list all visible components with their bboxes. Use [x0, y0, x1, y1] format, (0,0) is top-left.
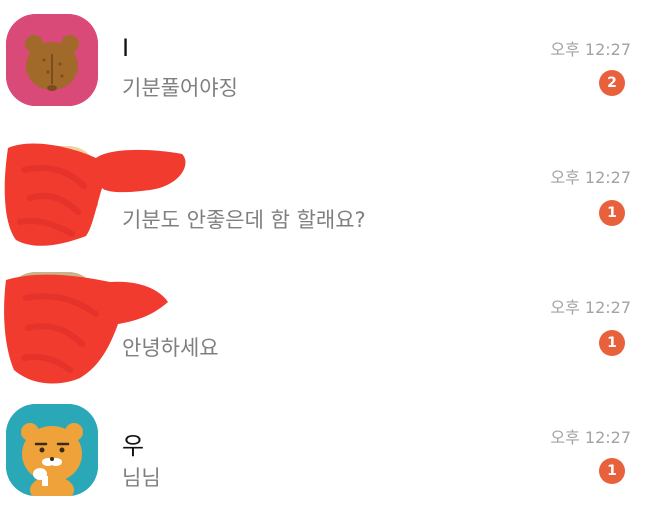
chat-time: 오후 12:27	[550, 428, 631, 447]
avatar[interactable]	[6, 404, 98, 496]
bear-back-icon	[6, 14, 98, 106]
chat-row[interactable]: I 기분풀어야징 오후 12:27 2	[0, 0, 651, 128]
chat-time: 오후 12:27	[550, 168, 631, 187]
chat-time: 오후 12:27	[550, 298, 631, 317]
redaction-scribble	[4, 143, 186, 246]
chat-name: I	[122, 34, 130, 62]
redaction-scribble	[4, 274, 168, 384]
unread-badge: 2	[599, 70, 625, 96]
unread-badge: 1	[599, 330, 625, 356]
chat-row[interactable]: 기분도 안좋은데 함 할래요? 오후 12:27 1	[0, 128, 651, 256]
chat-row[interactable]: 안녕하세요 오후 12:27 1	[0, 262, 651, 390]
lion-character-icon	[6, 404, 98, 496]
unread-badge: 1	[599, 458, 625, 484]
unread-badge: 1	[599, 200, 625, 226]
avatar[interactable]	[6, 14, 98, 106]
chat-last-message: 기분풀어야징	[122, 76, 238, 100]
chat-name: 우	[122, 432, 145, 460]
chat-last-message: 님님	[122, 466, 161, 490]
chat-time: 오후 12:27	[550, 40, 631, 59]
chat-row[interactable]: 우 님님 오후 12:27 1	[0, 396, 651, 524]
